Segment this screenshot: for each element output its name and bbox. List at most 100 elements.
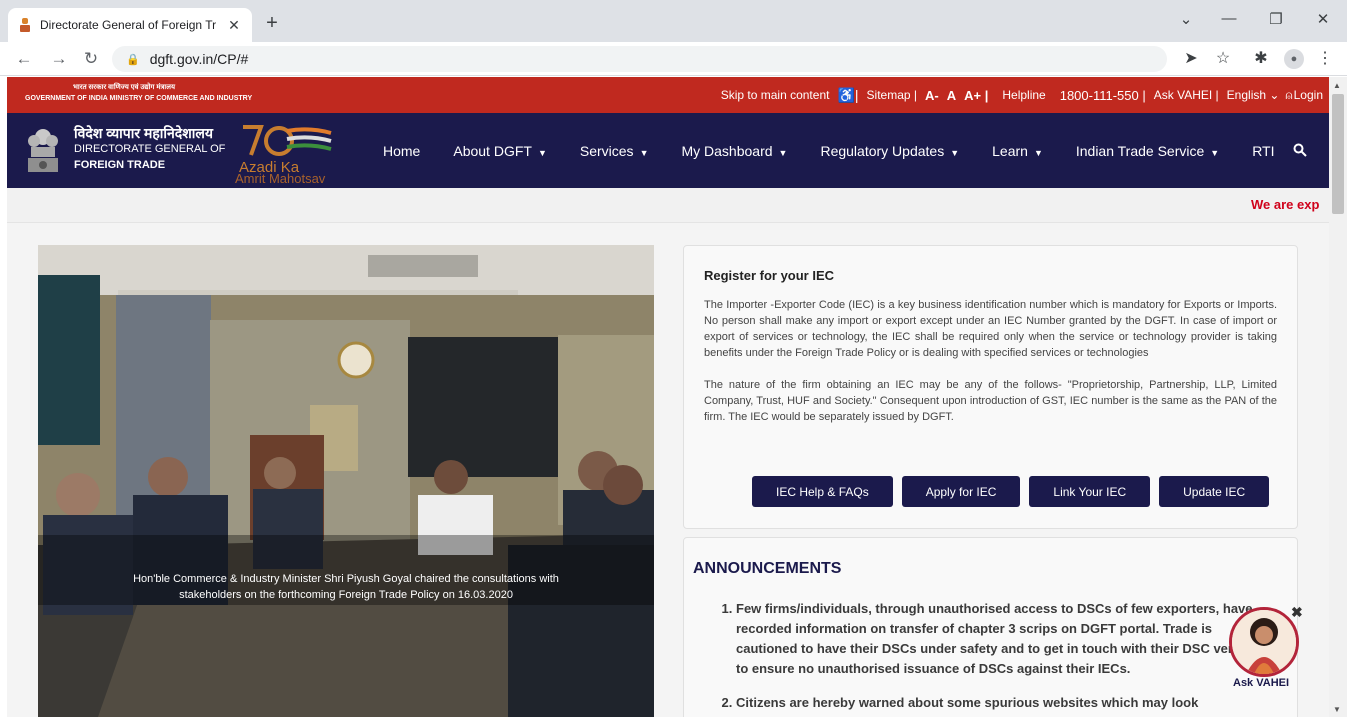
tab-title: Directorate General of Foreign Tr xyxy=(40,18,217,32)
menu-indian-trade-service[interactable]: Indian Trade Service ▼ xyxy=(1076,143,1219,159)
iec-help-faqs-button[interactable]: IEC Help & FAQs xyxy=(752,476,893,507)
bookmark-star-icon[interactable]: ☆ xyxy=(1212,48,1234,68)
helpline-label: Helpline xyxy=(1002,88,1046,102)
profile-avatar-icon[interactable]: ● xyxy=(1284,49,1304,69)
hero-caption-line1: Hon'ble Commerce & Industry Minister Shr… xyxy=(133,573,559,585)
user-icon: ⍝ xyxy=(1285,87,1293,102)
lock-icon: 🔒 xyxy=(126,53,140,66)
hero-carousel-slide[interactable]: Hon'ble Commerce & Industry Minister Shr… xyxy=(38,245,654,717)
government-hindi: भारत सरकार वाणिज्य एवं उद्योग मंत्रालय xyxy=(73,84,176,91)
favicon-icon xyxy=(18,17,32,33)
iec-paragraph-1: The Importer -Exporter Code (IEC) is a k… xyxy=(704,299,1277,359)
font-normal-button[interactable]: A xyxy=(947,88,956,103)
tab-close-icon[interactable]: ✕ xyxy=(226,17,242,34)
announcements-panel: ANNOUNCEMENTS Few firms/individuals, thr… xyxy=(683,537,1298,717)
update-iec-button[interactable]: Update IEC xyxy=(1159,476,1270,507)
menu-label: About DGFT xyxy=(453,142,532,159)
brand-line1: DIRECTORATE GENERAL OF xyxy=(74,143,226,155)
brand-line2: FOREIGN TRADE xyxy=(74,159,166,171)
forward-icon[interactable]: → xyxy=(49,49,69,69)
vahei-close-icon[interactable]: ✖ xyxy=(1291,604,1303,621)
browser-tab[interactable]: Directorate General of Foreign Tr ✕ xyxy=(8,8,252,42)
back-icon[interactable]: ← xyxy=(14,49,34,69)
vahei-label: Ask VAHEI xyxy=(1233,677,1290,689)
main-navbar: विदेश व्यापार महानिदेशालय DIRECTORATE GE… xyxy=(7,113,1329,188)
utility-links: Skip to main content ♿| Sitemap | A- A A… xyxy=(713,77,1323,113)
maximize-button[interactable]: ❐ xyxy=(1266,10,1286,28)
hero-caption: Hon'ble Commerce & Industry Minister Shr… xyxy=(38,571,654,603)
dgft-brand[interactable]: विदेश व्यापार महानिदेशालय DIRECTORATE GE… xyxy=(74,125,225,173)
sitemap-link[interactable]: Sitemap | xyxy=(867,88,917,102)
browser-toolbar: ← → ↻ 🔒 dgft.gov.in/CP/# ➤ ☆ ✱ ⋮ xyxy=(0,42,1347,76)
announcements-list: Few firms/individuals, through unauthori… xyxy=(736,599,1270,717)
caret-down-icon: ▼ xyxy=(537,147,547,158)
login-link[interactable]: Login xyxy=(1294,88,1323,102)
menu-rti[interactable]: RTI xyxy=(1252,143,1274,159)
caret-down-icon: ▼ xyxy=(639,147,649,158)
accessibility-icon[interactable]: ♿| xyxy=(837,87,858,104)
reload-icon[interactable]: ↻ xyxy=(81,49,101,69)
government-top-bar: भारत सरकार वाणिज्य एवं उद्योग मंत्रालय G… xyxy=(7,77,1329,113)
iec-paragraph-2: The nature of the firm obtaining an IEC … xyxy=(704,379,1277,423)
news-ticker: We are exp xyxy=(7,188,1329,223)
main-menu: Home About DGFT ▼ Services ▼ My Dashboard ▼… xyxy=(383,113,1308,188)
page-viewport: भारत सरकार वाणिज्य एवं उद्योग मंत्रालय G… xyxy=(7,77,1329,717)
skip-to-main-link[interactable]: Skip to main content xyxy=(721,88,830,102)
register-iec-panel: Register for your IEC The Importer -Expo… xyxy=(683,245,1298,529)
menu-label: Home xyxy=(383,142,421,159)
caret-down-icon: ▼ xyxy=(950,147,960,158)
address-text: dgft.gov.in/CP/# xyxy=(149,51,249,67)
vahei-avatar-icon[interactable] xyxy=(1229,607,1299,677)
menu-label: Services xyxy=(579,142,634,159)
announcements-heading: ANNOUNCEMENTS xyxy=(693,560,842,577)
close-window-button[interactable]: ✕ xyxy=(1313,10,1333,28)
browser-tab-strip: Directorate General of Foreign Tr ✕ + ⌄ … xyxy=(0,0,1347,42)
search-icon[interactable] xyxy=(1293,143,1307,157)
menu-label: My Dashboard xyxy=(681,142,773,159)
apply-for-iec-button[interactable]: Apply for IEC xyxy=(901,476,1021,507)
ask-vahei-link[interactable]: Ask VAHEI | xyxy=(1154,88,1219,102)
iec-heading: Register for your IEC xyxy=(704,268,835,283)
hero-caption-line2: stakeholders on the forthcoming Foreign … xyxy=(179,589,513,601)
government-english: GOVERNMENT OF INDIA MINISTRY OF COMMERCE… xyxy=(25,95,253,102)
tab-search-icon[interactable]: ⌄ xyxy=(1176,10,1196,28)
address-bar[interactable]: 🔒 dgft.gov.in/CP/# xyxy=(112,46,1167,72)
caret-down-icon: ▼ xyxy=(1033,147,1043,158)
caret-down-icon: ▼ xyxy=(1210,147,1220,158)
azadi-ka-amrit-mahotsav-logo: Azadi Ka Amrit Mahotsav xyxy=(235,121,365,186)
link-your-iec-button[interactable]: Link Your IEC xyxy=(1029,476,1151,507)
iec-button-row: IEC Help & FAQs Apply for IEC Link Your … xyxy=(752,476,1278,507)
scroll-down-arrow-icon[interactable]: ▼ xyxy=(1333,705,1341,714)
minimize-button[interactable]: — xyxy=(1219,10,1239,27)
menu-kebab-icon[interactable]: ⋮ xyxy=(1314,48,1336,68)
meeting-photo xyxy=(38,245,654,717)
menu-about-dgft[interactable]: About DGFT ▼ xyxy=(453,143,547,159)
language-select[interactable]: English ⌄ xyxy=(1227,88,1280,102)
caret-down-icon: ▼ xyxy=(778,147,788,158)
menu-label: Regulatory Updates xyxy=(820,142,945,159)
font-decrease-button[interactable]: A- xyxy=(925,88,939,103)
menu-learn[interactable]: Learn ▼ xyxy=(992,143,1043,159)
extensions-icon[interactable]: ✱ xyxy=(1250,48,1272,68)
menu-label: Learn xyxy=(992,142,1028,159)
announcement-item[interactable]: Few firms/individuals, through unauthori… xyxy=(736,599,1270,679)
menu-home[interactable]: Home xyxy=(383,143,420,159)
scroll-thumb[interactable] xyxy=(1332,94,1344,214)
national-emblem-icon[interactable] xyxy=(25,123,61,178)
scroll-up-arrow-icon[interactable]: ▲ xyxy=(1333,81,1341,90)
brand-hindi: विदेश व्यापार महानिदेशालय xyxy=(74,125,214,141)
font-increase-button[interactable]: A+ | xyxy=(964,88,988,103)
menu-services[interactable]: Services ▼ xyxy=(580,143,649,159)
menu-my-dashboard[interactable]: My Dashboard ▼ xyxy=(681,143,787,159)
ask-vahei-widget[interactable]: ✖ Ask VAHEI xyxy=(1229,604,1304,697)
announcement-item[interactable]: Citizens are hereby warned about some sp… xyxy=(736,693,1270,713)
menu-label: RTI xyxy=(1252,142,1275,159)
page-scrollbar[interactable]: ▲ ▼ xyxy=(1329,77,1347,717)
new-tab-button[interactable]: + xyxy=(262,12,282,35)
menu-label: Indian Trade Service xyxy=(1075,142,1205,159)
ticker-text[interactable]: We are exp xyxy=(1251,197,1329,212)
helpline-number[interactable]: 1800-111-550 | xyxy=(1060,88,1146,103)
send-icon[interactable]: ➤ xyxy=(1180,48,1202,68)
menu-regulatory-updates[interactable]: Regulatory Updates ▼ xyxy=(820,143,959,159)
government-label: भारत सरकार वाणिज्य एवं उद्योग मंत्रालय G… xyxy=(25,82,252,104)
